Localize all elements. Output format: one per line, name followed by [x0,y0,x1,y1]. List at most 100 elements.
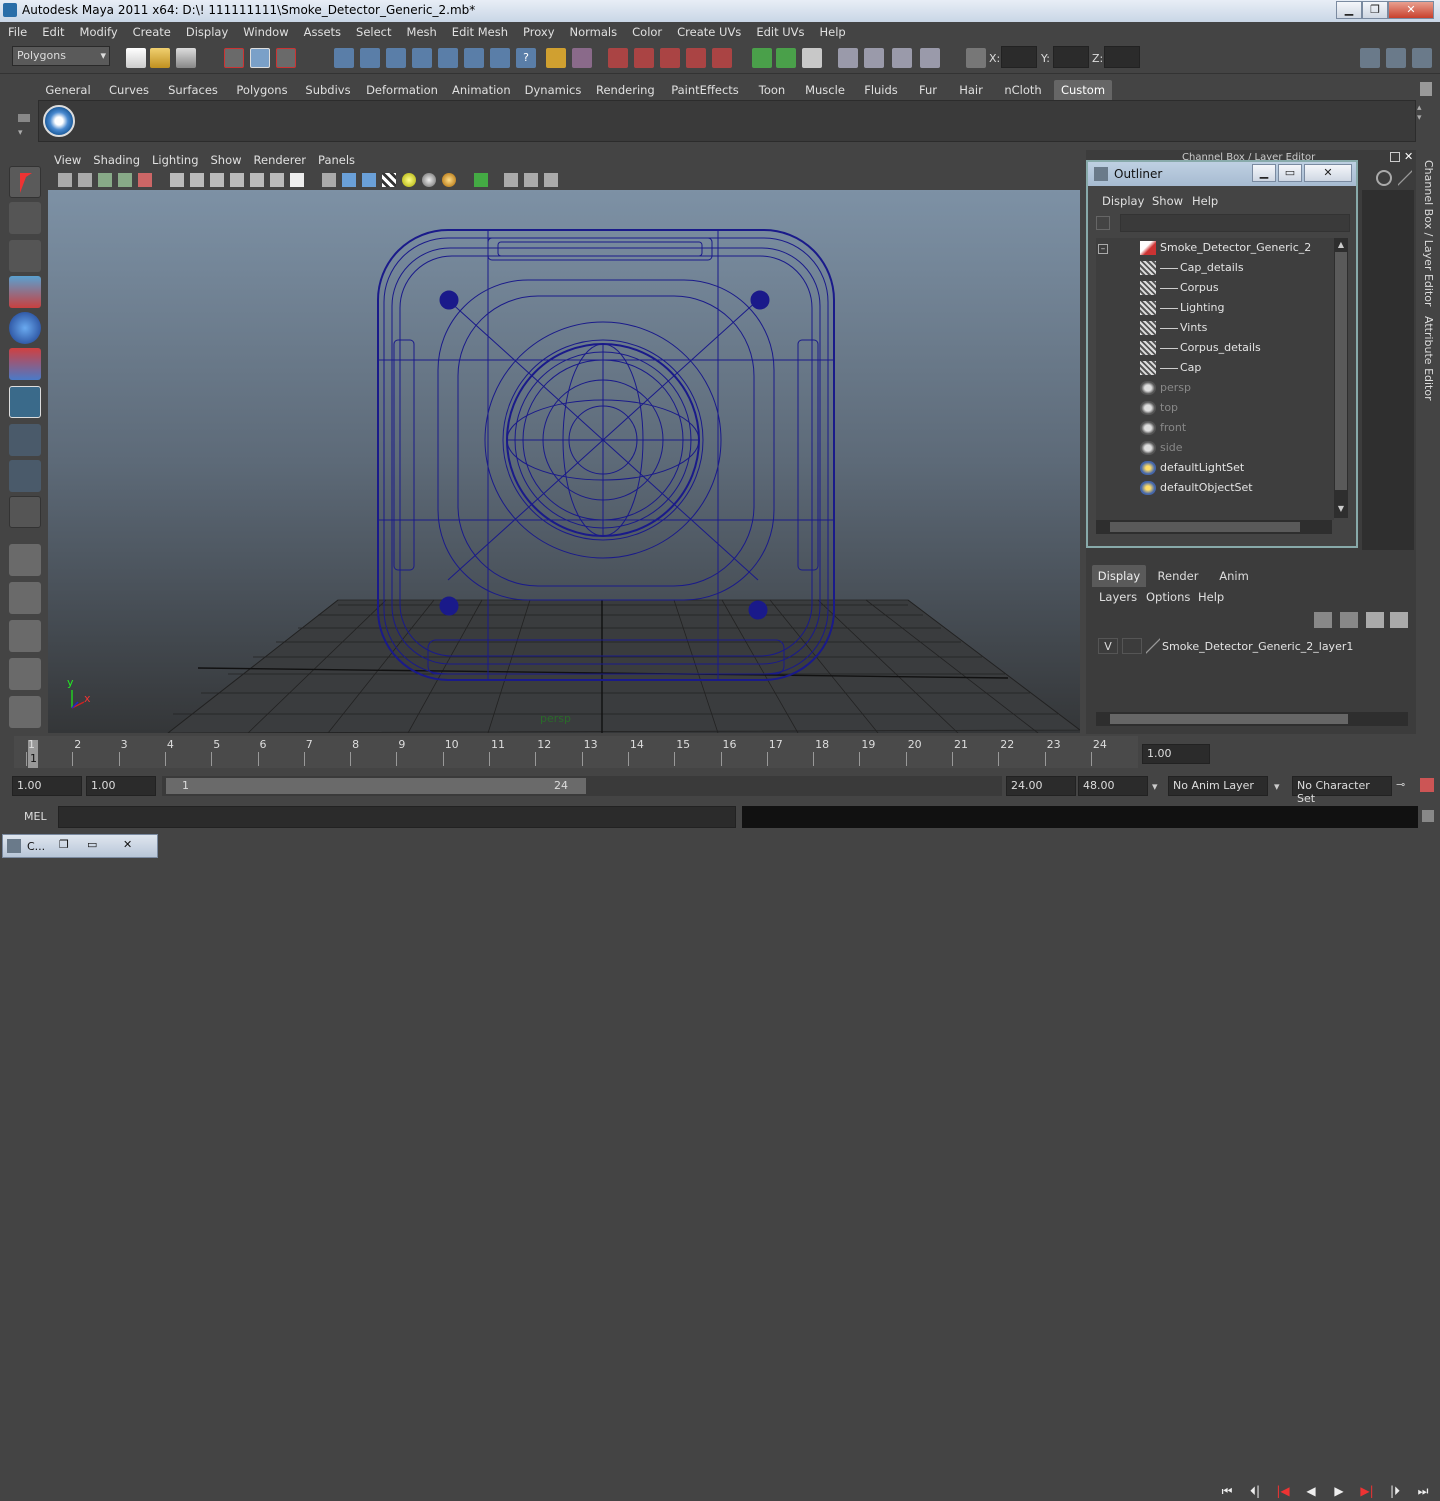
pick-mask-surfaces-icon[interactable] [686,48,706,68]
safe-title-icon[interactable] [290,173,304,187]
scroll-down-icon[interactable]: ▼ [1335,504,1347,514]
outliner-close-button[interactable]: ✕ [1304,164,1352,182]
outliner-horizontal-scrollbar[interactable] [1096,520,1332,534]
menu-color[interactable]: Color [624,22,669,39]
viewport-menu-shading[interactable]: Shading [87,150,146,167]
scale-tool-icon[interactable] [9,348,41,380]
selection-mask-icon[interactable] [572,48,592,68]
paint-select-tool-icon[interactable] [9,240,41,272]
outliner-menu-help[interactable]: Help [1192,194,1218,208]
outliner-menu-show[interactable]: Show [1152,194,1183,208]
outliner-item[interactable]: top [1096,398,1336,418]
animation-end-field[interactable]: 48.00 [1078,776,1148,796]
minimized-maximize-icon[interactable]: ▭ [87,838,103,852]
use-all-lights-icon[interactable] [402,173,416,187]
command-input[interactable] [58,806,736,828]
open-scene-icon[interactable] [150,48,170,68]
viewport-menu-renderer[interactable]: Renderer [248,150,313,167]
trash-icon[interactable] [1420,82,1432,96]
script-editor-icon[interactable] [1422,810,1434,822]
backface-culling-icon[interactable] [544,173,558,187]
shelf-menu-icon[interactable] [18,114,30,122]
shelf-scroll-icon[interactable]: ▴ ▾ [1417,103,1427,139]
move-layer-down-icon[interactable] [1340,612,1358,628]
pick-mask-deformations-icon[interactable] [712,48,732,68]
four-view-layout-icon[interactable] [9,582,41,614]
range-slider-bar[interactable]: 1 24 [166,778,586,794]
grid-icon[interactable] [170,173,184,187]
outliner-vertical-scrollbar[interactable]: ▲ ▼ [1334,238,1348,518]
show-channel-box-icon[interactable] [1412,48,1432,68]
help-icon[interactable]: ? [516,48,536,68]
snap-view-plane-icon[interactable] [412,48,432,68]
camera-attributes-icon[interactable] [78,173,92,187]
scroll-up-icon[interactable]: ▲ [1335,240,1347,250]
menu-file[interactable]: File [0,22,34,39]
menu-edit[interactable]: Edit [34,22,71,39]
character-set-dropdown[interactable]: No Character Set [1292,776,1392,805]
render-current-frame-icon[interactable] [776,48,796,68]
outliner-item[interactable]: defaultLightSet [1096,458,1336,478]
show-manipulator-icon[interactable] [9,460,41,492]
chevron-down-icon[interactable]: ▾ [1152,780,1158,793]
side-tab-channel-box[interactable]: Channel Box / Layer Editor [1422,160,1435,310]
persp-outliner-layout-icon[interactable] [9,620,41,652]
universal-manipulator-icon[interactable] [9,386,41,418]
two-d-pan-zoom-icon[interactable] [138,173,152,187]
menu-select[interactable]: Select [348,22,398,39]
menu-mesh[interactable]: Mesh [399,22,444,39]
safe-action-icon[interactable] [270,173,284,187]
outliner-item[interactable]: Cap [1096,358,1336,378]
layer-tab-display[interactable]: Display [1092,565,1146,587]
minimized-restore-icon[interactable]: ❐ [59,838,75,852]
close-button[interactable]: ✕ [1388,1,1434,19]
pick-mask-joints-icon[interactable] [634,48,654,68]
go-to-start-icon[interactable]: ⏮ [1216,1481,1238,1501]
timeline-track[interactable]: 1 1 2 3 4 5 6 7 8 9 10 11 12 13 14 15 16 17 18 19 20 21 22 23 2… [14,736,1138,768]
shelf-tab-custom[interactable]: Custom [1054,80,1112,100]
shelf-tab-curves[interactable]: Curves [106,80,152,100]
outliner-item[interactable]: defaultObjectSet [1096,478,1336,498]
shelf-tab-hair[interactable]: Hair [956,80,986,100]
outliner-item[interactable]: persp [1096,378,1336,398]
layer-tab-render[interactable]: Render [1150,565,1206,587]
menu-modify[interactable]: Modify [72,22,125,39]
image-plane-icon[interactable] [118,173,132,187]
playback-start-field[interactable]: 1.00 [86,776,156,796]
outliner-item[interactable]: front [1096,418,1336,438]
z-input[interactable] [1104,46,1140,68]
move-tool-icon[interactable] [9,276,41,308]
render-icon[interactable] [490,48,510,68]
shelf-tab-rendering[interactable]: Rendering [596,80,655,100]
shelf-tab-polygons[interactable]: Polygons [234,80,290,100]
new-layer-selected-icon[interactable] [1390,612,1408,628]
lasso-tool-icon[interactable] [9,202,41,234]
select-tool-icon[interactable] [9,166,41,198]
minimized-window[interactable]: C... ❐ ▭ ✕ [2,834,158,858]
layer-menu-options[interactable]: Options [1146,590,1190,604]
outliner-item[interactable]: Smoke_Detector_Generic_2 [1096,238,1336,258]
xray-joints-icon[interactable] [524,173,538,187]
move-layer-up-icon[interactable] [1314,612,1332,628]
menu-create[interactable]: Create [125,22,178,39]
playback-end-field[interactable]: 24.00 [1006,776,1076,796]
shelf-tab-fluids[interactable]: Fluids [860,80,902,100]
menu-display[interactable]: Display [178,22,235,39]
menu-edit-uvs[interactable]: Edit UVs [748,22,811,39]
show-attribute-editor-icon[interactable] [1360,48,1380,68]
panel-close-icon[interactable]: ✕ [1404,151,1416,163]
outliner-item[interactable]: Corpus [1096,278,1336,298]
history-icon[interactable] [464,48,484,68]
resolution-gate-icon[interactable] [210,173,224,187]
outliner-item[interactable]: Corpus_details [1096,338,1336,358]
menu-set-dropdown[interactable]: Polygons ▾ [12,46,110,66]
smooth-shade-icon[interactable] [342,173,356,187]
menu-proxy[interactable]: Proxy [515,22,562,39]
menu-window[interactable]: Window [235,22,295,39]
shelf-tab-painteffects[interactable]: PaintEffects [670,80,740,100]
outliner-filter-icon[interactable] [1096,216,1110,230]
menu-assets[interactable]: Assets [296,22,348,39]
channel-pen-icon[interactable] [1398,170,1412,186]
viewport-menu-panels[interactable]: Panels [312,150,361,167]
persp-graph-layout-icon[interactable] [9,658,41,690]
